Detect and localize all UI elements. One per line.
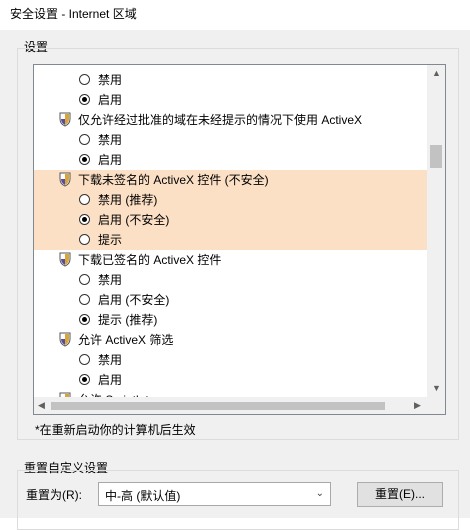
- chevron-up-icon[interactable]: ▲: [432, 69, 441, 78]
- setting-option-label: 禁用: [98, 133, 123, 147]
- setting-option-label: 启用 (不安全): [98, 213, 170, 227]
- setting-option-label: 启用 (不安全): [98, 293, 170, 307]
- radio-button[interactable]: [79, 274, 90, 285]
- shield-icon: [59, 332, 71, 347]
- window-title: 安全设置 - Internet 区域: [10, 7, 137, 21]
- setting-option[interactable]: 禁用: [34, 350, 427, 370]
- shield-icon: [59, 252, 71, 267]
- scroll-corner: [427, 397, 445, 414]
- restart-note: *在重新启动你的计算机后生效: [35, 423, 196, 437]
- radio-button[interactable]: [79, 134, 90, 145]
- setting-option[interactable]: 启用 (不安全): [34, 290, 427, 310]
- settings-list[interactable]: 禁用 启用 仅允许经过批准的域在未经提示的情况下使用 ActiveX 禁用 启用 下载未签…: [33, 64, 446, 415]
- title-bar: 安全设置 - Internet 区域: [0, 0, 470, 30]
- vertical-scroll-thumb[interactable]: [430, 145, 442, 168]
- radio-selected[interactable]: [79, 374, 90, 385]
- horizontal-scroll-thumb[interactable]: [51, 402, 385, 410]
- setting-option-label: 提示: [98, 233, 123, 247]
- setting-option[interactable]: 提示: [34, 230, 427, 250]
- radio-button[interactable]: [79, 194, 90, 205]
- reset-to-label: 重置为(R):: [26, 488, 82, 502]
- reset-level-value: 中-高 (默认值): [105, 489, 181, 503]
- radio-selected[interactable]: [79, 214, 90, 225]
- radio-button[interactable]: [79, 234, 90, 245]
- radio-button[interactable]: [79, 354, 90, 365]
- setting-header: 下载未签名的 ActiveX 控件 (不安全): [34, 170, 427, 190]
- setting-header: 下载已签名的 ActiveX 控件: [34, 250, 427, 270]
- chevron-left-icon[interactable]: ◀: [38, 401, 45, 410]
- reset-button[interactable]: 重置(E)...: [357, 482, 443, 507]
- setting-option[interactable]: 提示 (推荐): [34, 310, 427, 330]
- setting-header: 仅允许经过批准的域在未经提示的情况下使用 ActiveX: [34, 110, 427, 130]
- radio-button[interactable]: [79, 294, 90, 305]
- reset-level-select[interactable]: 中-高 (默认值) ⌄: [98, 482, 331, 506]
- setting-header-label: 仅允许经过批准的域在未经提示的情况下使用 ActiveX: [78, 113, 363, 127]
- shield-icon: [59, 112, 71, 127]
- setting-option[interactable]: 启用: [34, 150, 427, 170]
- horizontal-scrollbar[interactable]: ◀ ▶: [34, 397, 427, 414]
- setting-option[interactable]: 启用: [34, 90, 427, 110]
- setting-header-label: 下载已签名的 ActiveX 控件: [78, 253, 222, 267]
- shield-icon: [59, 172, 71, 187]
- chevron-right-icon[interactable]: ▶: [414, 401, 421, 410]
- setting-option[interactable]: 禁用: [34, 70, 427, 90]
- setting-option-label: 禁用 (推荐): [98, 193, 158, 207]
- setting-option-label: 启用: [98, 93, 123, 107]
- dialog-body: 设置 禁用 启用 仅允许经过批准的域在未经提示的情况下使用 ActiveX 禁用 启用下…: [0, 30, 470, 530]
- chevron-down-icon[interactable]: ▼: [432, 384, 441, 393]
- setting-option-label: 禁用: [98, 73, 123, 87]
- radio-selected[interactable]: [79, 94, 90, 105]
- radio-selected[interactable]: [79, 314, 90, 325]
- setting-option[interactable]: 禁用: [34, 130, 427, 150]
- setting-option[interactable]: 启用: [34, 370, 427, 390]
- setting-option-label: 启用: [98, 373, 123, 387]
- setting-option-label: 提示 (推荐): [98, 313, 158, 327]
- setting-option[interactable]: 禁用 (推荐): [34, 190, 427, 210]
- setting-option-label: 禁用: [98, 273, 123, 287]
- setting-option[interactable]: 禁用: [34, 270, 427, 290]
- vertical-scrollbar[interactable]: ▲ ▼: [427, 65, 445, 397]
- setting-header: 允许 ActiveX 筛选: [34, 330, 427, 350]
- radio-button[interactable]: [79, 74, 90, 85]
- setting-option[interactable]: 启用 (不安全): [34, 210, 427, 230]
- radio-selected[interactable]: [79, 154, 90, 165]
- setting-option-label: 启用: [98, 153, 123, 167]
- setting-option-label: 禁用: [98, 353, 123, 367]
- setting-header-label: 允许 ActiveX 筛选: [78, 333, 174, 347]
- chevron-down-icon[interactable]: ⌄: [316, 488, 324, 499]
- setting-header-label: 下载未签名的 ActiveX 控件 (不安全): [78, 173, 269, 187]
